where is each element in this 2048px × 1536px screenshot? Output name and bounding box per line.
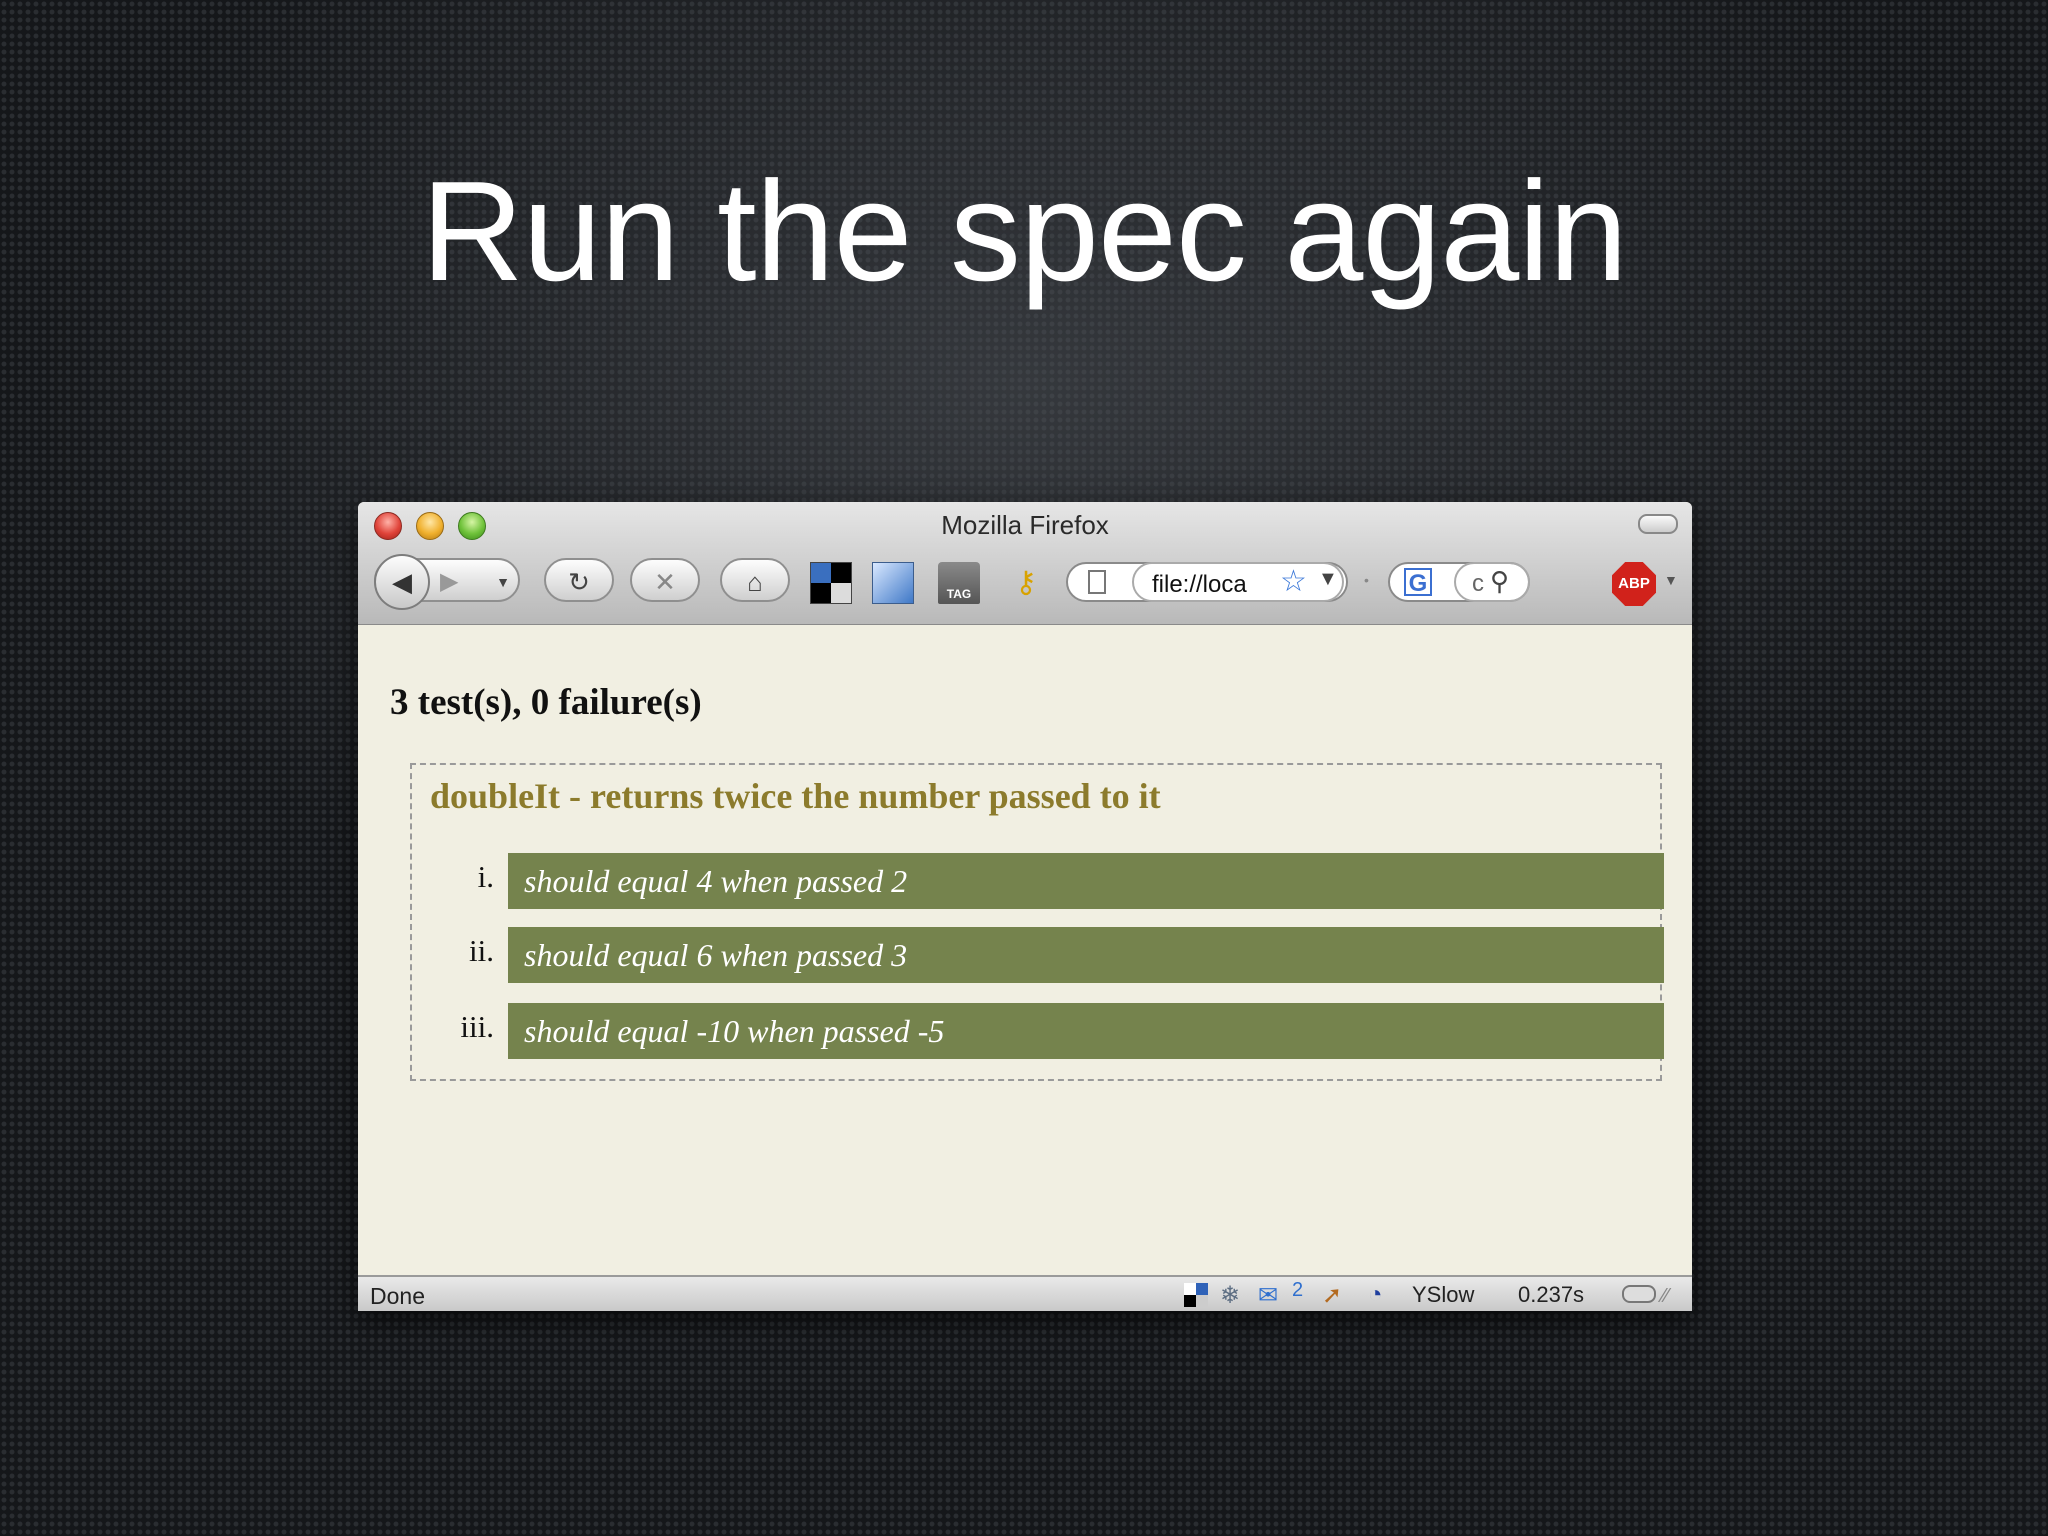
adblock-plus-icon[interactable]: ABP <box>1612 562 1656 606</box>
search-bar[interactable]: G c ⚲ <box>1388 562 1530 602</box>
rocket-icon[interactable]: ➚ <box>1322 1281 1342 1310</box>
google-search-engine-icon[interactable]: G <box>1404 568 1432 597</box>
window-title: Mozilla Firefox <box>941 510 1109 540</box>
history-dropdown-icon[interactable]: ▼ <box>496 560 510 604</box>
forward-button[interactable]: ▶ <box>440 560 458 604</box>
reload-button[interactable]: ↻ <box>544 558 614 602</box>
stop-button[interactable]: ✕ <box>630 558 700 602</box>
load-time: 0.237s <box>1518 1282 1585 1307</box>
yslow-label[interactable]: YSlow <box>1412 1282 1474 1308</box>
bookmark-icon[interactable] <box>872 562 914 604</box>
home-button[interactable]: ⌂ <box>720 558 790 602</box>
spec-passed-bar: should equal 4 when passed 2 <box>508 853 1664 909</box>
stop-icon: ✕ <box>654 567 676 597</box>
page-content: 3 test(s), 0 failure(s) doubleIt - retur… <box>358 625 1692 1275</box>
spec-row: iii. should equal -10 when passed -5 <box>460 1003 1664 1059</box>
back-arrow-icon: ◀ <box>392 567 412 597</box>
search-input[interactable]: c ⚲ <box>1454 562 1530 602</box>
mail-icon[interactable]: ✉ <box>1258 1281 1278 1310</box>
spec-number: ii. <box>469 933 494 968</box>
delicious-icon[interactable] <box>810 562 852 604</box>
yslow-gauge-icon[interactable]: ◔ <box>1368 1281 1383 1309</box>
disk-icon[interactable] <box>1622 1285 1656 1303</box>
tag-icon[interactable]: TAG <box>938 562 980 604</box>
key-icon[interactable]: ⚷ <box>998 562 1054 604</box>
spec-suite: doubleIt - returns twice the number pass… <box>410 763 1664 1081</box>
bookmark-star-icon[interactable]: ☆ <box>1280 565 1307 599</box>
test-summary: 3 test(s), 0 failure(s) <box>390 682 702 723</box>
back-forward-group: ◀ ▶ ▼ <box>374 554 520 610</box>
suite-title: doubleIt - returns twice the number pass… <box>430 776 1161 816</box>
url-text: file://loca <box>1152 571 1247 598</box>
toolbar-separator: • <box>1364 572 1369 588</box>
spec-number: iii. <box>460 1009 494 1044</box>
snowflake-icon[interactable]: ❄ <box>1220 1281 1240 1310</box>
magnifier-icon[interactable]: ⚲ <box>1490 566 1509 597</box>
mail-count: 2 <box>1292 1279 1304 1301</box>
back-button[interactable]: ◀ <box>374 554 430 610</box>
toolbar-toggle-button[interactable] <box>1638 514 1678 534</box>
status-bar: Done ❄ ✉ 2 ➚ ◔ YSlow 0.237s ⁄⁄ <box>358 1275 1692 1311</box>
status-text: Done <box>370 1283 425 1309</box>
spec-number: i. <box>477 859 494 894</box>
delicious-status-icon[interactable] <box>1184 1283 1208 1307</box>
adblock-dropdown-icon[interactable]: ▼ <box>1664 572 1678 588</box>
abp-label: ABP <box>1618 575 1650 592</box>
spec-row: ii. should equal 6 when passed 3 <box>469 927 1664 983</box>
url-dropdown-icon[interactable]: ▼ <box>1318 568 1338 591</box>
browser-window: Mozilla Firefox ◀ ▶ ▼ ↻ ✕ ⌂ TAG ⚷ file:/… <box>358 502 1692 1311</box>
spec-passed-bar: should equal 6 when passed 3 <box>508 927 1664 983</box>
spec-row: i. should equal 4 when passed 2 <box>478 853 1664 909</box>
spec-passed-bar: should equal -10 when passed -5 <box>508 1003 1664 1059</box>
reload-icon: ↻ <box>568 567 590 597</box>
url-field[interactable]: file://loca ☆ ▼ <box>1132 562 1344 602</box>
url-bar[interactable]: file://loca ☆ ▼ <box>1066 562 1348 602</box>
title-bar: Mozilla Firefox ◀ ▶ ▼ ↻ ✕ ⌂ TAG ⚷ file:/… <box>358 502 1692 625</box>
slide-title: Run the spec again <box>421 152 1628 311</box>
resize-grip-icon[interactable]: ⁄⁄ <box>1662 1285 1669 1308</box>
page-icon <box>1088 570 1106 594</box>
tag-label: TAG <box>946 587 972 601</box>
search-text: c <box>1472 570 1484 597</box>
home-icon: ⌂ <box>747 567 763 597</box>
